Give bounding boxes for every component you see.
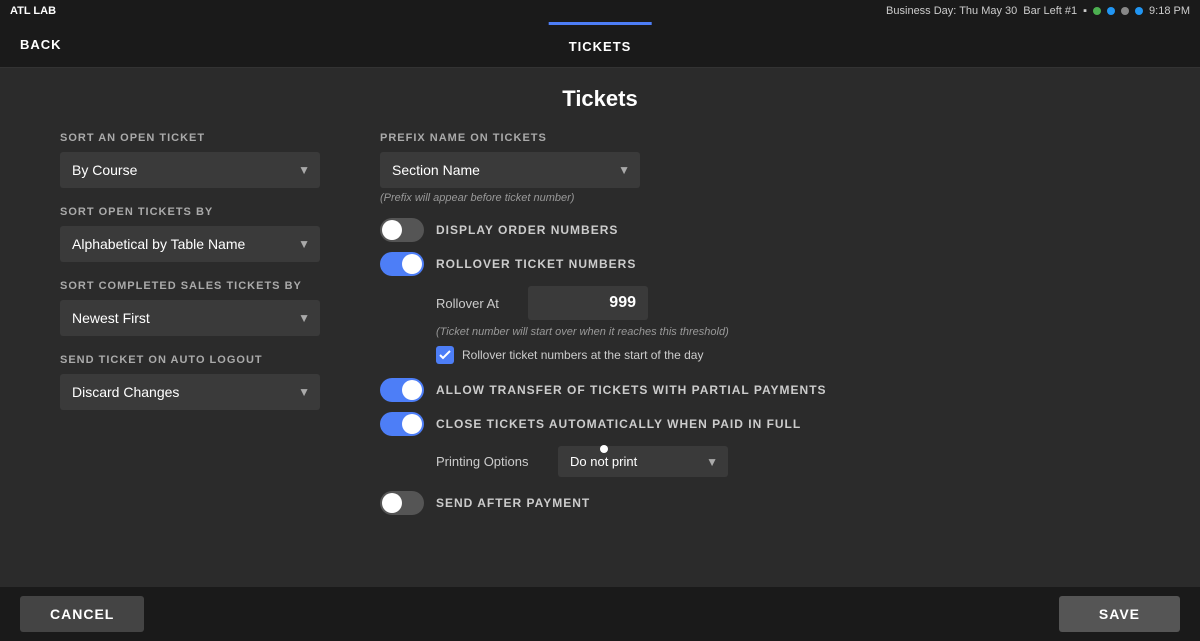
auto-logout-select-wrapper: Discard Changes Save Changes Print and S… — [60, 374, 320, 410]
auto-logout-label: SEND TICKET ON AUTO LOGOUT — [60, 354, 320, 366]
prefix-select-wrapper: Section Name Table Name None ▼ — [380, 152, 640, 188]
rollover-row: ROLLOVER TICKET NUMBERS — [380, 252, 1140, 276]
sort-completed-select-wrapper: Newest First Oldest First ▼ — [60, 300, 320, 336]
tab-tickets[interactable]: TICKETS — [549, 22, 652, 68]
bottom-bar: CANCEL SAVE — [0, 587, 1200, 641]
app-name: ATL LAB — [10, 5, 56, 17]
bar-info: Bar Left #1 — [1023, 5, 1077, 17]
printing-select[interactable]: Do not print Print receipt Print kitchen — [558, 446, 728, 477]
sort-open-tickets-select[interactable]: Alphabetical by Table Name Newest First … — [60, 226, 320, 262]
rollover-checkbox[interactable] — [436, 346, 454, 364]
send-after-label: SEND AFTER PAYMENT — [436, 496, 590, 510]
prefix-row: Section Name Table Name None ▼ — [380, 152, 1140, 188]
printing-select-wrapper: Do not print Print receipt Print kitchen… — [558, 446, 728, 477]
rollover-at-row: Rollover At — [436, 286, 1140, 320]
time: 9:18 PM — [1149, 5, 1190, 17]
sort-completed-select[interactable]: Newest First Oldest First — [60, 300, 320, 336]
main-content: SORT AN OPEN TICKET By Course By Seat By… — [0, 122, 1200, 525]
sort-open-select[interactable]: By Course By Seat By Item Name — [60, 152, 320, 188]
hash-icon: ▪ — [1083, 5, 1087, 17]
auto-logout-select[interactable]: Discard Changes Save Changes Print and S… — [60, 374, 320, 410]
sort-open-tickets-select-wrapper: Alphabetical by Table Name Newest First … — [60, 226, 320, 262]
back-button[interactable]: BACK — [20, 37, 62, 52]
right-column: PREFIX NAME ON TICKETS Section Name Tabl… — [380, 132, 1140, 525]
display-order-label: DISPLAY ORDER NUMBERS — [436, 223, 618, 237]
printing-options-row: Printing Options Do not print Print rece… — [436, 446, 1140, 477]
transfer-toggle[interactable] — [380, 378, 424, 402]
sort-completed-label: SORT COMPLETED SALES TICKETS BY — [60, 280, 320, 292]
status-dot-wifi — [1107, 7, 1115, 15]
rollover-at-label: Rollover At — [436, 296, 516, 311]
sort-open-tickets-label: SORT OPEN TICKETS BY — [60, 206, 320, 218]
display-order-row: DISPLAY ORDER NUMBERS — [380, 218, 1140, 242]
transfer-row: ALLOW TRANSFER OF TICKETS WITH PARTIAL P… — [380, 378, 1140, 402]
transfer-label: ALLOW TRANSFER OF TICKETS WITH PARTIAL P… — [436, 383, 827, 397]
prefix-hint: (Prefix will appear before ticket number… — [380, 192, 1140, 204]
nav-bar: BACK TICKETS — [0, 22, 1200, 68]
sort-open-select-wrapper: By Course By Seat By Item Name ▼ — [60, 152, 320, 188]
checkmark-icon — [439, 349, 451, 361]
printing-options-label: Printing Options — [436, 454, 546, 469]
prefix-label: PREFIX NAME ON TICKETS — [380, 132, 1140, 144]
rollover-checkbox-row: Rollover ticket numbers at the start of … — [436, 346, 1140, 364]
send-after-row: SEND AFTER PAYMENT — [380, 491, 1140, 515]
rollover-hint: (Ticket number will start over when it r… — [436, 326, 1140, 338]
sort-open-label: SORT AN OPEN TICKET — [60, 132, 320, 144]
rollover-checkbox-label: Rollover ticket numbers at the start of … — [462, 348, 703, 362]
status-dot-blue2 — [1135, 7, 1143, 15]
close-tickets-label: CLOSE TICKETS AUTOMATICALLY WHEN PAID IN… — [436, 417, 801, 431]
send-after-toggle[interactable] — [380, 491, 424, 515]
status-dot-grey — [1121, 7, 1129, 15]
page-title: Tickets — [0, 68, 1200, 122]
business-day: Business Day: Thu May 30 — [886, 5, 1017, 17]
close-tickets-row: CLOSE TICKETS AUTOMATICALLY WHEN PAID IN… — [380, 412, 1140, 436]
rollover-label: ROLLOVER TICKET NUMBERS — [436, 257, 636, 271]
cancel-button[interactable]: CANCEL — [20, 596, 144, 632]
status-dot-green — [1093, 7, 1101, 15]
top-bar: ATL LAB Business Day: Thu May 30 Bar Lef… — [0, 0, 1200, 22]
rollover-toggle[interactable] — [380, 252, 424, 276]
rollover-at-input[interactable] — [528, 286, 648, 320]
display-order-toggle[interactable] — [380, 218, 424, 242]
prefix-select[interactable]: Section Name Table Name None — [380, 152, 640, 188]
save-button[interactable]: SAVE — [1059, 596, 1180, 632]
close-tickets-toggle[interactable] — [380, 412, 424, 436]
top-bar-right: Business Day: Thu May 30 Bar Left #1 ▪ 9… — [886, 5, 1190, 17]
left-column: SORT AN OPEN TICKET By Course By Seat By… — [60, 132, 320, 525]
